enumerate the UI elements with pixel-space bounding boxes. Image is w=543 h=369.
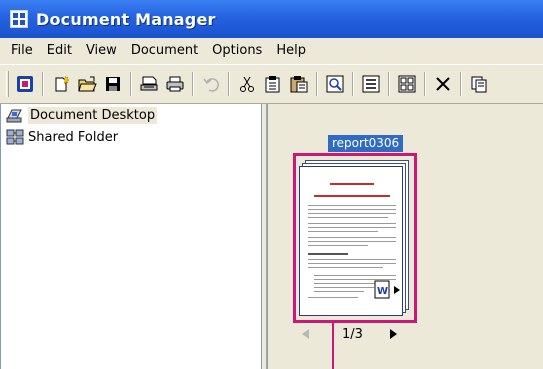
word-document-icon[interactable]: W xyxy=(373,280,403,300)
print-icon[interactable] xyxy=(163,71,187,97)
new-document-icon[interactable] xyxy=(49,71,73,97)
toolbar-separator xyxy=(388,72,390,96)
folder-tree[interactable]: Document Desktop Shared Folder xyxy=(0,104,262,369)
tree-item-label: Document Desktop xyxy=(28,106,158,124)
toolbar-separator xyxy=(352,72,354,96)
scan-icon[interactable] xyxy=(137,71,161,97)
toolbar-separator xyxy=(424,72,426,96)
menu-edit[interactable]: Edit xyxy=(40,40,79,62)
copy-icon[interactable] xyxy=(261,71,285,97)
toolbar-grip[interactable] xyxy=(6,71,9,97)
app-icon xyxy=(10,10,28,28)
cut-icon[interactable] xyxy=(235,71,259,97)
title-bar: Document Manager xyxy=(0,0,543,38)
document-view[interactable]: report0306 W 1/3 xyxy=(267,104,543,369)
window-title: Document Manager xyxy=(36,9,216,29)
tree-item-shared-folder[interactable]: Shared Folder xyxy=(1,126,261,148)
open-folder-icon[interactable] xyxy=(75,71,99,97)
toolbar-separator xyxy=(130,72,132,96)
menu-document[interactable]: Document xyxy=(124,40,205,62)
undo-icon[interactable] xyxy=(199,71,223,97)
details-view-icon[interactable] xyxy=(359,71,383,97)
tree-item-document-desktop[interactable]: Document Desktop xyxy=(1,104,261,126)
menu-bar: File Edit View Document Options Help xyxy=(0,38,543,64)
menu-help[interactable]: Help xyxy=(269,40,313,62)
save-icon[interactable] xyxy=(101,71,125,97)
app-logo-icon[interactable] xyxy=(13,71,37,97)
document-name-label[interactable]: report0306 xyxy=(328,135,404,152)
properties-icon[interactable] xyxy=(467,71,491,97)
thumbnails-view-icon[interactable] xyxy=(395,71,419,97)
document-thumbnail[interactable]: W xyxy=(293,153,417,323)
toolbar-separator xyxy=(42,72,44,96)
toolbar-separator xyxy=(460,72,462,96)
shared-folder-icon xyxy=(5,128,25,146)
tree-item-label: Shared Folder xyxy=(28,129,119,145)
next-page-icon[interactable] xyxy=(387,328,399,340)
svg-text:W: W xyxy=(377,286,388,297)
page-indicator: 1/3 xyxy=(342,326,363,342)
zoom-icon[interactable] xyxy=(323,71,347,97)
delete-icon[interactable] xyxy=(431,71,455,97)
previous-page-icon[interactable] xyxy=(300,328,312,340)
toolbar-separator xyxy=(192,72,194,96)
page-navigator: 1/3 xyxy=(298,324,418,344)
toolbar-separator xyxy=(228,72,230,96)
desktop-icon xyxy=(5,106,25,124)
menu-file[interactable]: File xyxy=(4,40,40,62)
toolbar-separator xyxy=(316,72,318,96)
toolbar xyxy=(0,64,543,104)
menu-options[interactable]: Options xyxy=(205,40,269,62)
menu-view[interactable]: View xyxy=(79,40,124,62)
paste-icon[interactable] xyxy=(287,71,311,97)
